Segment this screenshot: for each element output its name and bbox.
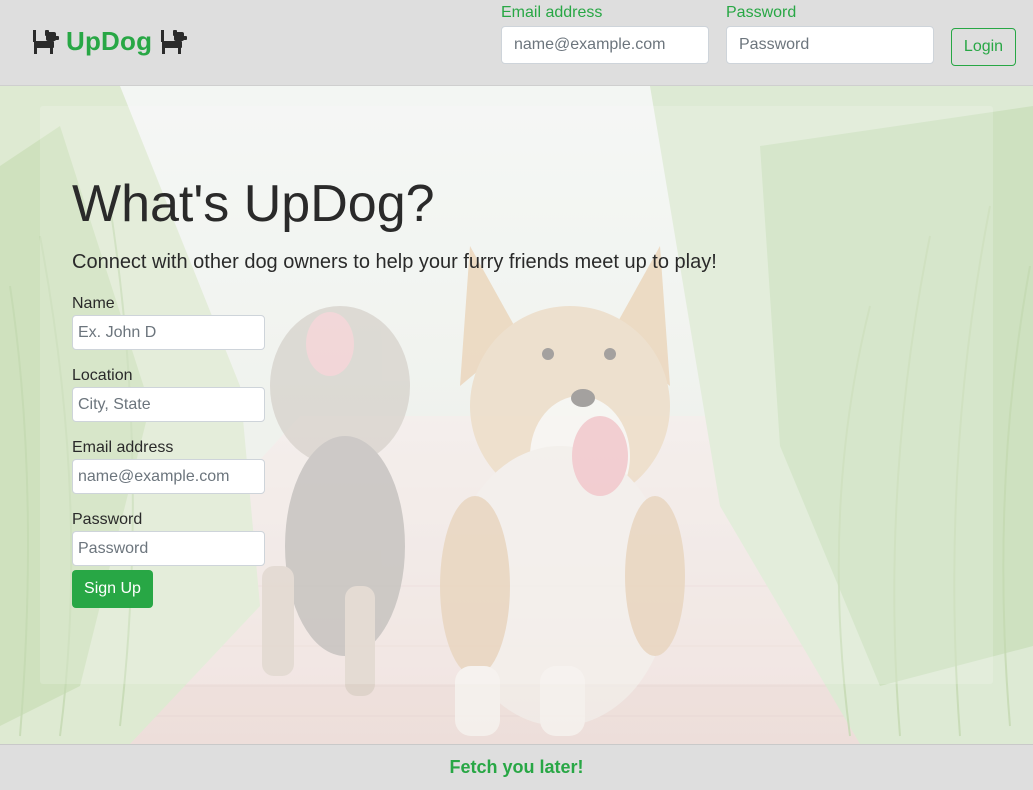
nav-email-input[interactable] — [501, 26, 709, 64]
signup-name-input[interactable] — [72, 315, 265, 350]
signup-name-label: Name — [72, 295, 115, 312]
signup-location-group: Location — [72, 366, 717, 422]
footer: Fetch you later! — [0, 744, 1033, 790]
signup-email-group: Email address — [72, 438, 717, 494]
signup-email-label: Email address — [72, 439, 174, 456]
nav-password-input[interactable] — [726, 26, 934, 64]
signup-password-input[interactable] — [72, 531, 265, 566]
hero-title: What's UpDog? — [72, 175, 435, 233]
signup-name-group: Name — [72, 294, 717, 350]
signup-form: Name Location Email address Password Sig… — [72, 294, 717, 608]
hero-lead-text: Connect with other dog owners to help yo… — [72, 251, 717, 273]
brand[interactable]: UpDog — [30, 26, 188, 57]
signup-email-input[interactable] — [72, 459, 265, 494]
signup-password-label: Password — [72, 511, 143, 528]
jumbotron: What's UpDog? Connect with other dog own… — [72, 172, 717, 608]
nav-email-label: Email address — [501, 4, 603, 21]
signup-location-label: Location — [72, 367, 133, 384]
hero-section: What's UpDog? Connect with other dog own… — [0, 86, 1033, 744]
dog-icon — [30, 28, 60, 56]
nav-password-label: Password — [726, 4, 797, 21]
navbar: UpDog Email address Password Login — [0, 0, 1033, 86]
signup-password-group: Password — [72, 510, 717, 566]
nav-email-group: Email address — [501, 4, 709, 64]
nav-password-group: Password — [726, 4, 934, 64]
footer-text: Fetch you later! — [449, 757, 584, 777]
login-button[interactable]: Login — [951, 28, 1016, 66]
dog-icon — [158, 28, 188, 56]
signup-location-input[interactable] — [72, 387, 265, 422]
brand-name: UpDog — [66, 26, 153, 56]
signup-button[interactable]: Sign Up — [72, 570, 153, 608]
